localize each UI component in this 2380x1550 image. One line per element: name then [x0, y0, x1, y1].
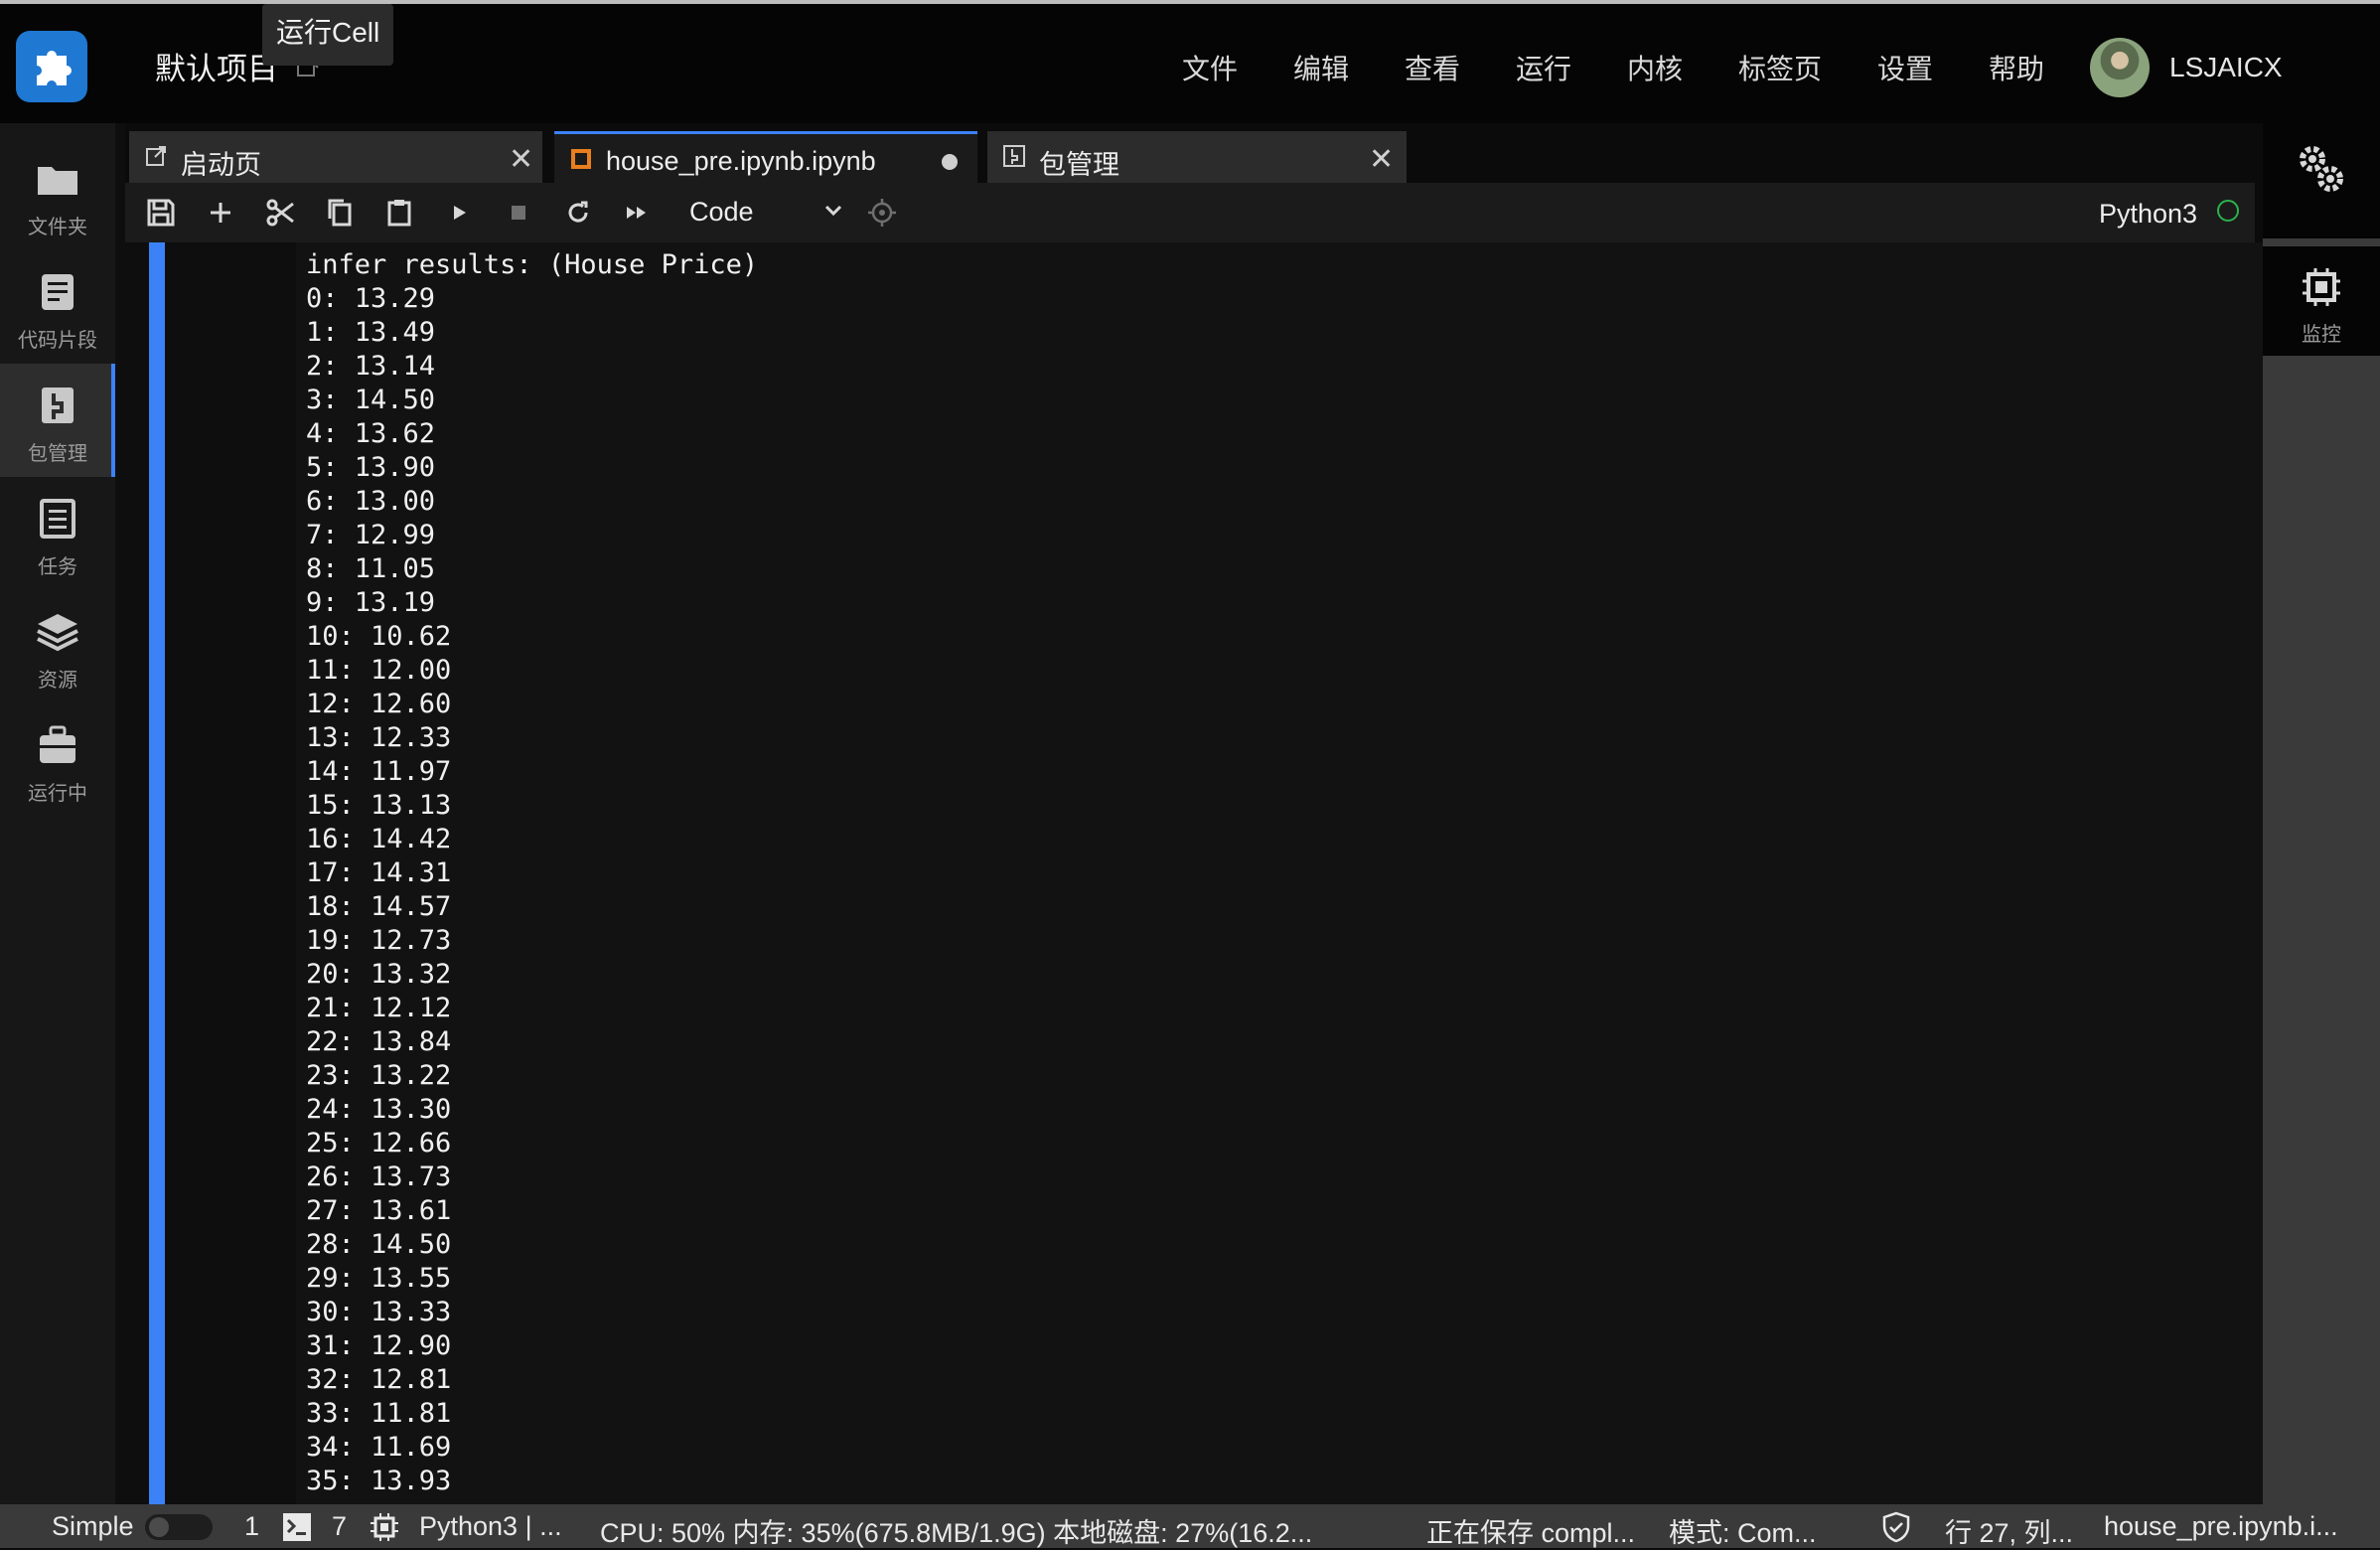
tab-label: house_pre.ipynb.ipynb — [606, 146, 876, 176]
app-logo[interactable] — [16, 31, 87, 102]
restart-icon[interactable] — [562, 197, 594, 229]
save-icon[interactable] — [145, 197, 177, 229]
sidebar-item-resources[interactable]: 资源 — [0, 590, 115, 703]
crosshair-icon[interactable] — [866, 197, 898, 229]
tab-label: 包管理 — [1039, 150, 1119, 180]
menu-run[interactable]: 运行 — [1516, 48, 1571, 87]
sidebar-item-label: 资源 — [38, 670, 77, 692]
terminal-count[interactable]: 1 — [244, 1511, 259, 1542]
sidebar-item-label: 文件夹 — [28, 217, 87, 238]
editor-gutter — [115, 123, 125, 1504]
cell-output-text: infer results: (House Price) 0: 13.29 1:… — [306, 249, 759, 1496]
monitor-label: 监控 — [2302, 324, 2341, 346]
editor-mode[interactable]: 模式: Com... — [1669, 1511, 1817, 1550]
sidebar-item-label: 运行中 — [28, 783, 87, 805]
cut-icon[interactable] — [264, 197, 296, 229]
sidebar-item-label: 任务 — [38, 556, 77, 578]
kernel-status[interactable]: Python3 | ... — [419, 1511, 562, 1542]
task-icon — [40, 499, 75, 539]
close-icon[interactable]: ✕ — [1369, 142, 1394, 177]
sidebar-item-label: 代码片段 — [18, 330, 97, 352]
shield-icon[interactable] — [1881, 1511, 1911, 1543]
saving-status: 正在保存 compl... — [1426, 1518, 1636, 1548]
kernel-name[interactable]: Python3 — [2099, 199, 2197, 230]
unsaved-dot-icon[interactable] — [942, 154, 958, 170]
project-title[interactable]: 默认项目 — [155, 44, 278, 88]
code-snippet-icon — [42, 274, 74, 310]
notebook-toolbar: Code Python3 — [125, 183, 2255, 242]
sidebar-item-snippets[interactable]: 代码片段 — [0, 250, 115, 364]
menu-file[interactable]: 文件 — [1182, 48, 1238, 87]
tab-launcher[interactable]: 启动页 ✕ — [129, 131, 542, 183]
user-avatar[interactable] — [2090, 38, 2150, 97]
menu-settings[interactable]: 设置 — [1877, 48, 1933, 87]
cell-type-select[interactable]: Code — [689, 197, 754, 228]
folder-icon — [38, 167, 77, 195]
tab-label: 启动页 — [181, 150, 261, 180]
run-icon[interactable] — [443, 197, 475, 229]
add-cell-icon[interactable] — [205, 197, 236, 229]
left-sidebar: 文件夹 代码片段 包管理 任务 资源 运行中 — [0, 123, 115, 1504]
right-sidebar: 监控 — [2263, 123, 2380, 1504]
menu-edit[interactable]: 编辑 — [1293, 48, 1349, 87]
tab-package-manager[interactable]: 包管理 ✕ — [987, 131, 1407, 183]
external-link-icon — [146, 146, 166, 166]
kernel-chip-icon[interactable] — [370, 1512, 399, 1542]
puzzle-icon — [37, 51, 72, 85]
menu-kernel[interactable]: 内核 — [1627, 48, 1683, 87]
top-bar: 默认项目 运行Cell 文件 编辑 查看 运行 内核 标签页 设置 帮助 LSJ… — [0, 4, 2380, 123]
sidebar-item-tasks[interactable]: 任务 — [0, 477, 115, 590]
monitor-tab[interactable]: 监控 — [2263, 246, 2380, 356]
chevron-down-icon[interactable] — [824, 205, 842, 217]
copy-icon[interactable] — [324, 197, 356, 229]
simple-mode-toggle[interactable] — [145, 1514, 213, 1540]
status-bar: Simple 1 7 Python3 | ... CPU: 50% 内存: 35… — [0, 1504, 2380, 1548]
notebook-icon — [571, 149, 591, 169]
sidebar-item-packages[interactable]: 包管理 — [0, 364, 115, 477]
gears-icon — [2300, 146, 2343, 192]
kernel-count[interactable]: 7 — [332, 1511, 347, 1542]
cursor-position[interactable]: 行 27, 列... — [1945, 1511, 2073, 1550]
resource-usage: CPU: 50% 内存: 35%(675.8MB/1.9G) 本地磁盘: 27%… — [600, 1518, 1313, 1548]
paste-icon[interactable] — [383, 197, 415, 229]
close-icon[interactable]: ✕ — [509, 142, 533, 177]
property-inspector-tab[interactable] — [2263, 123, 2380, 238]
menu-tabs[interactable]: 标签页 — [1738, 48, 1822, 87]
stop-icon[interactable] — [503, 197, 534, 229]
menu-help[interactable]: 帮助 — [1989, 48, 2044, 87]
package-icon — [42, 388, 74, 423]
kernel-status-icon — [2217, 200, 2239, 222]
briefcase-icon — [40, 725, 75, 763]
sidebar-item-running[interactable]: 运行中 — [0, 703, 115, 817]
sidebar-item-label: 包管理 — [28, 443, 87, 465]
package-icon — [1003, 145, 1025, 167]
username[interactable]: LSJAICX — [2169, 52, 2283, 83]
fast-forward-icon[interactable] — [622, 197, 654, 229]
chip-icon — [2303, 268, 2340, 306]
simple-mode-label: Simple — [52, 1511, 134, 1541]
current-file: house_pre.ipynb.i... — [2104, 1511, 2338, 1541]
cell-collapser[interactable] — [149, 242, 165, 1504]
menu-view[interactable]: 查看 — [1405, 48, 1460, 87]
layers-icon — [37, 614, 78, 652]
tab-notebook[interactable]: house_pre.ipynb.ipynb — [554, 131, 977, 183]
terminal-icon[interactable] — [282, 1512, 312, 1542]
sidebar-item-folder[interactable]: 文件夹 — [0, 137, 115, 250]
run-cell-tooltip: 运行Cell — [262, 4, 394, 66]
